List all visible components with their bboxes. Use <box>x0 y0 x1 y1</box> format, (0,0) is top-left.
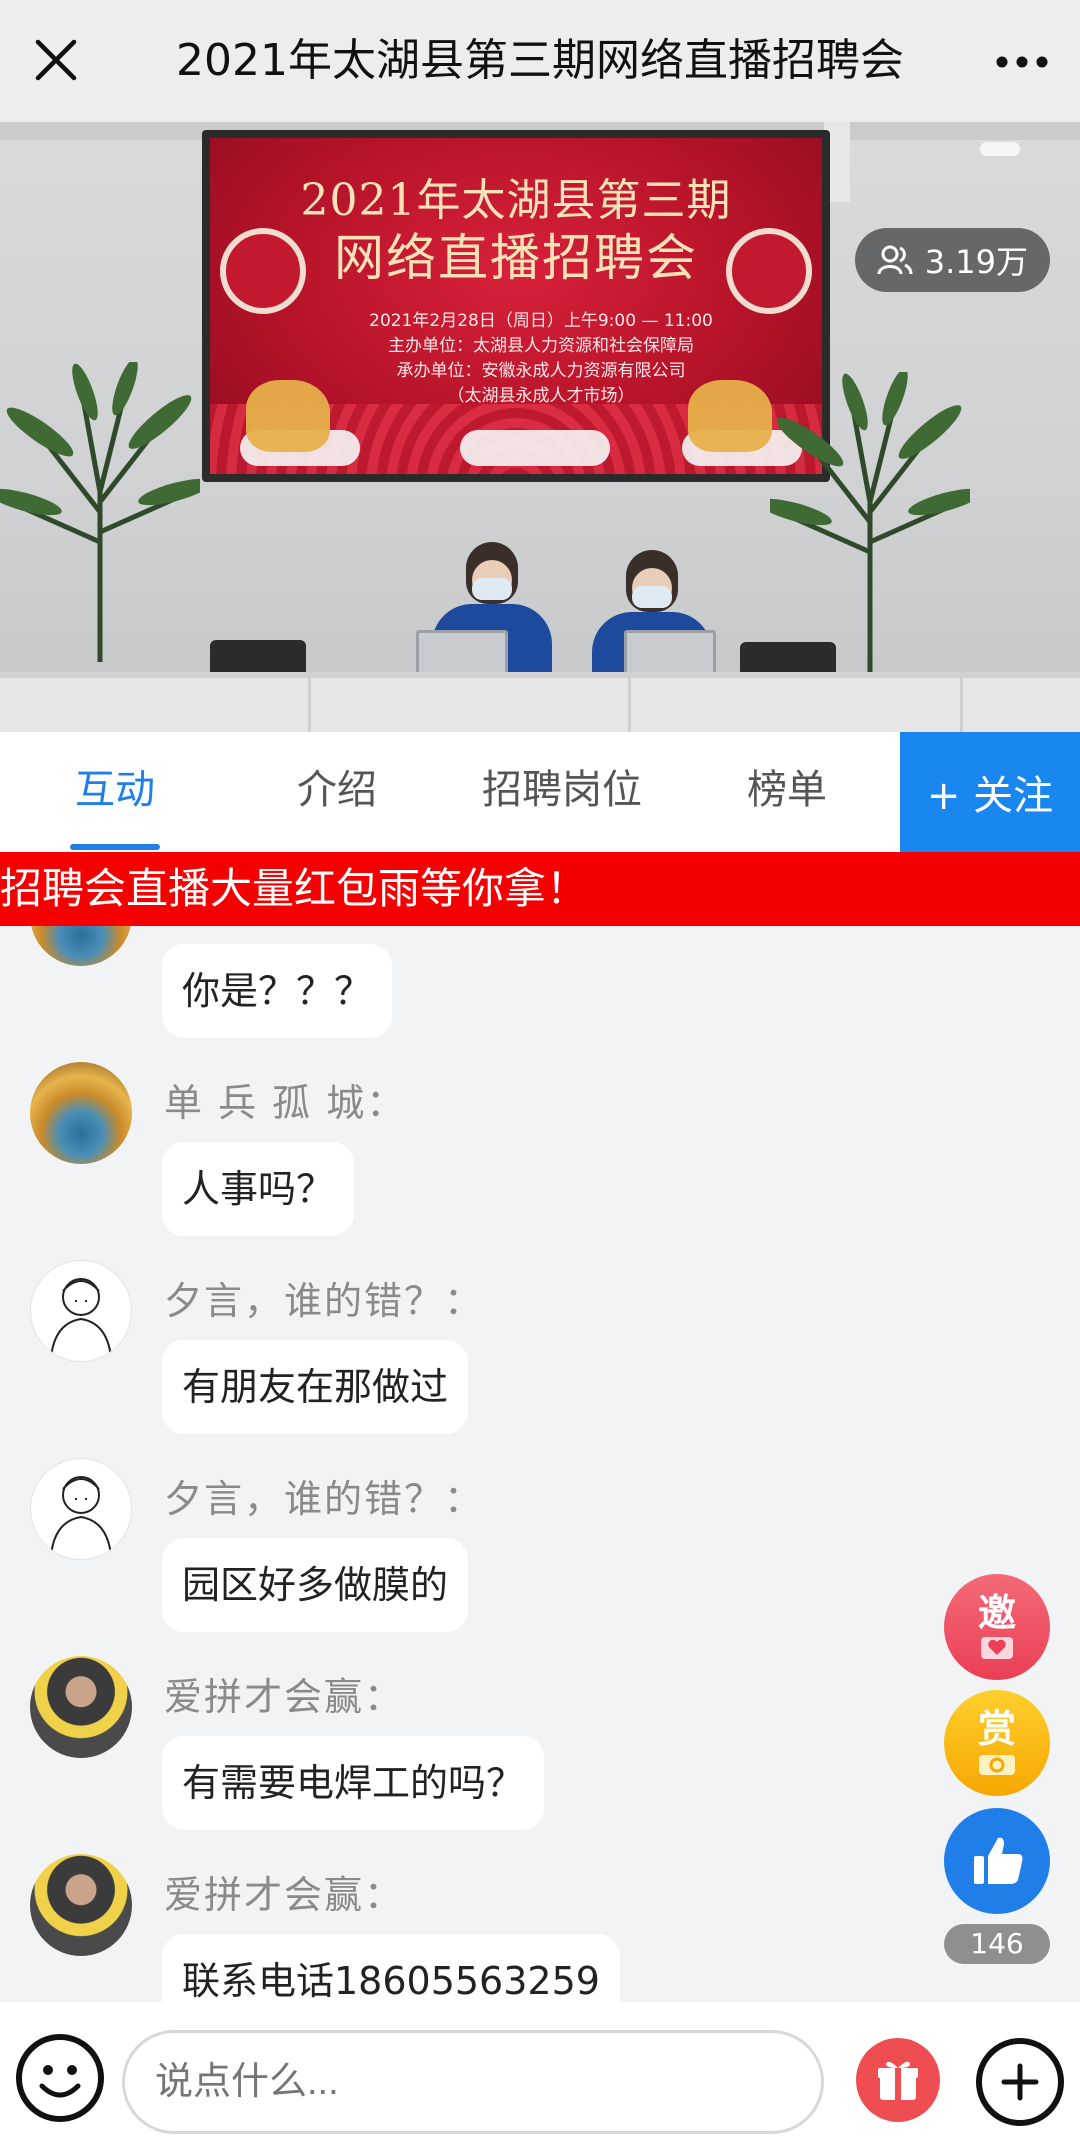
tab-interaction[interactable]: 互动 <box>40 732 190 852</box>
live-video[interactable]: 2021年太湖县第三期 网络直播招聘会 2021年2月28日（周日）上午9:00… <box>0 122 1080 732</box>
more-button[interactable] <box>992 34 1052 90</box>
gift-icon <box>878 2061 918 2100</box>
thumbs-up-icon <box>974 1837 1023 1884</box>
username: 爱拼才会赢： <box>164 1873 405 1917</box>
sketch-avatar-icon <box>50 1476 112 1556</box>
emoji-button[interactable] <box>16 2034 104 2122</box>
reward-button[interactable]: 赏 <box>944 1690 1050 1796</box>
message-bubble: 园区好多做膜的 <box>162 1538 469 1632</box>
like-count: 146 <box>944 1924 1050 1964</box>
user-avatar[interactable] <box>30 1062 132 1164</box>
marquee-banner: 招聘会直播大量红包雨等你拿！ <box>0 852 1080 926</box>
screen-organizer: 承办单位：安徽永成人力资源有限公司 <box>396 361 686 381</box>
people-icon <box>877 245 913 275</box>
plant-right <box>770 372 970 672</box>
wall-light <box>980 142 1020 156</box>
like-button[interactable] <box>944 1808 1050 1914</box>
tv-screen-content: 2021年太湖县第三期 网络直播招聘会 2021年2月28日（周日）上午9:00… <box>210 138 822 474</box>
live-page: 2021年太湖县第三期网络直播招聘会 2021年太湖县第三期 网络直播招聘会 2… <box>0 0 1080 2152</box>
user-avatar[interactable] <box>30 1458 132 1560</box>
follow-button[interactable]: + 关注 <box>900 732 1080 852</box>
close-button[interactable] <box>28 32 84 88</box>
message-bubble: 联系电话18605563259 <box>162 1934 620 2002</box>
top-bar: 2021年太湖县第三期网络直播招聘会 <box>0 0 1080 122</box>
tab-jobs[interactable]: 招聘岗位 <box>452 732 672 852</box>
message-bubble: 你是？？？ <box>162 944 393 1038</box>
plus-icon <box>1001 2063 1039 2101</box>
viewer-count-badge: 3.19万 <box>854 228 1050 292</box>
close-icon <box>35 39 77 81</box>
active-tab-indicator <box>70 844 160 850</box>
desk <box>0 672 1080 732</box>
plant-left <box>0 362 200 662</box>
sketch-avatar-icon <box>50 1278 112 1358</box>
decor-cloud <box>460 430 610 466</box>
message-bubble: 人事吗？ <box>162 1142 355 1236</box>
tv-screen: 2021年太湖县第三期 网络直播招聘会 2021年2月28日（周日）上午9:00… <box>202 130 830 482</box>
bottom-bar <box>0 2002 1080 2152</box>
gift-button[interactable] <box>856 2038 940 2122</box>
username: 夕言，谁的错？： <box>164 1477 485 1521</box>
message-bubble: 有朋友在那做过 <box>162 1340 469 1434</box>
user-avatar[interactable] <box>30 926 132 966</box>
username: 夕言，谁的错？： <box>164 1279 485 1323</box>
heart-icon <box>981 1637 1013 1659</box>
message-bubble: 有需要电焊工的吗？ <box>162 1736 545 1830</box>
username: 爱拼才会赢： <box>164 1675 405 1719</box>
tab-ranking[interactable]: 榜单 <box>712 732 862 852</box>
user-avatar[interactable] <box>30 1656 132 1758</box>
viewer-count: 3.19万 <box>924 243 1028 281</box>
user-avatar[interactable] <box>30 1854 132 1956</box>
chat-list[interactable]: 你是？？？ 单 兵 孤 城： 人事吗？ 夕言，谁的错？： 有朋友在那做过 夕言，… <box>0 926 1080 2002</box>
screen-title-line2: 网络直播招聘会 <box>334 229 698 287</box>
user-avatar[interactable] <box>30 1260 132 1362</box>
screen-host: 主办单位：太湖县人力资源和社会保障局 <box>388 336 694 356</box>
more-actions-button[interactable] <box>976 2038 1064 2126</box>
invite-button[interactable]: 邀 <box>944 1574 1050 1680</box>
comment-input[interactable] <box>122 2030 824 2134</box>
tab-bar: 互动 介绍 招聘岗位 榜单 + 关注 <box>0 732 1080 852</box>
invite-label: 邀 <box>977 1591 1016 1635</box>
page-title: 2021年太湖县第三期网络直播招聘会 <box>176 35 904 86</box>
smiley-icon <box>39 2065 81 2098</box>
coin-icon <box>979 1755 1015 1775</box>
screen-market: （太湖县永成人才市场） <box>447 386 635 406</box>
more-icon <box>996 56 1048 68</box>
screen-date: 2021年2月28日（周日）上午9:00 — 11:00 <box>369 311 713 331</box>
reward-label: 赏 <box>977 1707 1016 1751</box>
username: 单 兵 孤 城： <box>164 1081 407 1125</box>
tab-intro[interactable]: 介绍 <box>262 732 412 852</box>
